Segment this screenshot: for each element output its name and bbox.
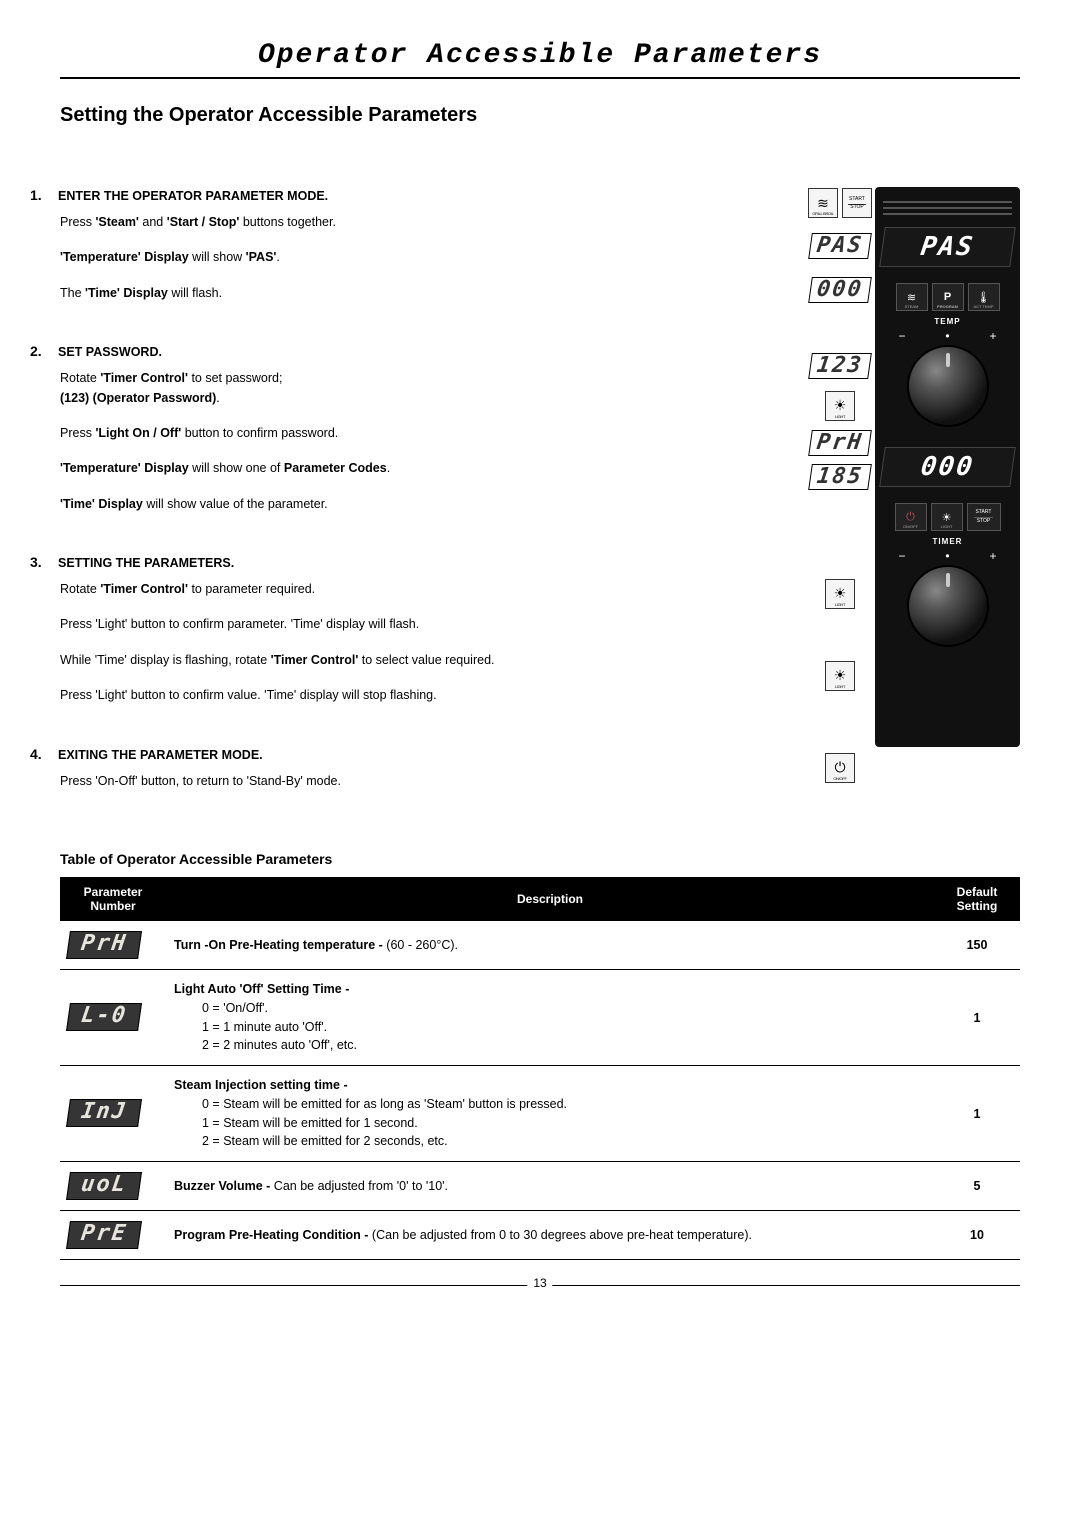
steam-button[interactable]: ≋STEAM — [896, 283, 928, 311]
step-4: 4.EXITING THE PARAMETER MODE. Press 'On-O… — [60, 746, 805, 791]
table-row: PrH Turn -On Pre-Heating temperature - (6… — [60, 921, 1020, 970]
step-line: Press 'Light On / Off' button to confirm… — [60, 424, 805, 443]
light-button[interactable]: ☀LIGHT — [931, 503, 963, 531]
param-default-cell: 1 — [934, 1066, 1020, 1162]
step-line: Press 'Light' button to confirm paramete… — [60, 615, 805, 634]
page-title: Operator Accessible Parameters — [60, 40, 1020, 79]
param-default-cell: 5 — [934, 1162, 1020, 1211]
table-row: uoL Buzzer Volume - Can be adjusted from … — [60, 1162, 1020, 1211]
param-code-cell: PrE — [60, 1211, 166, 1260]
step-body: Rotate 'Timer Control' to parameter requ… — [60, 580, 805, 706]
table-title: Table of Operator Accessible Parameters — [60, 851, 1020, 867]
onoff-button[interactable]: ⏻ON/OFF — [895, 503, 927, 531]
step-body: Press 'On-Off' button, to return to 'Sta… — [60, 772, 805, 791]
param-code-cell: L-0 — [60, 970, 166, 1066]
param-desc-cell: Turn -On Pre-Heating temperature - (60 -… — [166, 921, 934, 970]
param-desc-cell: Buzzer Volume - Can be adjusted from '0'… — [166, 1162, 934, 1211]
param-code-lcd: InJ — [66, 1099, 142, 1127]
step-line: 'Temperature' Display will show one of P… — [60, 459, 805, 478]
start-stop-icon: STARTSTOP — [842, 188, 872, 218]
lcd-000: 000 — [808, 277, 871, 303]
param-desc-cell: Light Auto 'Off' Setting Time -0 = 'On/O… — [166, 970, 934, 1066]
table-row: InJ Steam Injection setting time -0 = Ste… — [60, 1066, 1020, 1162]
step-line: The 'Time' Display will flash. — [60, 284, 805, 303]
light-icon: ☀LIGHT — [825, 391, 855, 421]
page-footer: 13 — [60, 1285, 1020, 1304]
lcd-pas: PAS — [808, 233, 871, 259]
minus-icon: − — [899, 329, 906, 343]
step-body: Press 'Steam' and 'Start / Stop' buttons… — [60, 213, 805, 303]
step-line: 'Temperature' Display will show 'PAS'. — [60, 248, 805, 267]
plus-icon: + — [989, 549, 996, 563]
step-body: Rotate 'Timer Control' to set password;(… — [60, 369, 805, 514]
step-2: 2.SET PASSWORD. Rotate 'Timer Control' to… — [60, 343, 805, 514]
plus-icon: + — [989, 329, 996, 343]
side-icons-column: ≋GRILL BROIL STARTSTOP PAS 000 123 ☀LIGH… — [815, 187, 865, 831]
param-default-cell: 150 — [934, 921, 1020, 970]
param-code-cell: PrH — [60, 921, 166, 970]
step-heading: 4.EXITING THE PARAMETER MODE. — [60, 746, 805, 762]
step-line: Press 'On-Off' button, to return to 'Sta… — [60, 772, 805, 791]
page-number: 13 — [527, 1276, 552, 1290]
param-default-cell: 10 — [934, 1211, 1020, 1260]
temp-knob[interactable] — [907, 345, 989, 427]
param-code-lcd: L-0 — [66, 1003, 142, 1031]
light-icon: ☀LIGHT — [825, 579, 855, 609]
lcd-185: 185 — [808, 464, 871, 490]
panel-top-display: PAS — [879, 227, 1016, 267]
param-default-cell: 1 — [934, 970, 1020, 1066]
param-code-lcd: PrE — [66, 1221, 142, 1249]
panel-mid-display: 000 — [879, 447, 1016, 487]
col-description: Description — [166, 877, 934, 921]
grill-broil-icon: ≋GRILL BROIL — [808, 188, 838, 218]
minus-icon: − — [899, 549, 906, 563]
start-stop-button[interactable]: STARTSTOP — [967, 503, 1001, 531]
lcd-prh: PrH — [808, 430, 871, 456]
temp-label: TEMP — [934, 317, 960, 326]
param-code-cell: InJ — [60, 1066, 166, 1162]
param-code-lcd: uoL — [66, 1172, 142, 1200]
col-param-number: Parameter Number — [60, 877, 166, 921]
param-desc-cell: Steam Injection setting time -0 = Steam … — [166, 1066, 934, 1162]
program-button[interactable]: PPROGRAM — [932, 283, 964, 311]
timer-knob[interactable] — [907, 565, 989, 647]
step-3: 3.SETTING THE PARAMETERS. Rotate 'Timer C… — [60, 554, 805, 706]
param-code-lcd: PrH — [66, 931, 142, 959]
section-title: Setting the Operator Accessible Paramete… — [60, 104, 1020, 127]
lcd-123: 123 — [808, 353, 871, 379]
steps-column: 1.ENTER THE OPERATOR PARAMETER MODE. Pres… — [60, 187, 805, 831]
step-heading: 1.ENTER THE OPERATOR PARAMETER MODE. — [60, 187, 805, 203]
step-heading: 2.SET PASSWORD. — [60, 343, 805, 359]
step-line: Press 'Steam' and 'Start / Stop' buttons… — [60, 213, 805, 232]
col-default: Default Setting — [934, 877, 1020, 921]
step-1: 1.ENTER THE OPERATOR PARAMETER MODE. Pres… — [60, 187, 805, 303]
table-row: PrE Program Pre-Heating Condition - (Can … — [60, 1211, 1020, 1260]
table-row: L-0 Light Auto 'Off' Setting Time -0 = 'O… — [60, 970, 1020, 1066]
param-desc-cell: Program Pre-Heating Condition - (Can be … — [166, 1211, 934, 1260]
onoff-icon: ⏻ON/OFF — [825, 753, 855, 783]
step-line: Rotate 'Timer Control' to parameter requ… — [60, 580, 805, 599]
param-code-cell: uoL — [60, 1162, 166, 1211]
parameter-table: Parameter Number Description Default Set… — [60, 877, 1020, 1261]
step-line: While 'Time' display is flashing, rotate… — [60, 651, 805, 670]
act-temp-button[interactable]: 🌡ACT TEMP — [968, 283, 1000, 311]
control-panel: PAS ≋STEAM PPROGRAM 🌡ACT TEMP TEMP −•+ 0… — [875, 187, 1020, 747]
step-heading: 3.SETTING THE PARAMETERS. — [60, 554, 805, 570]
light-icon: ☀LIGHT — [825, 661, 855, 691]
step-line: Rotate 'Timer Control' to set password;(… — [60, 369, 805, 408]
timer-label: TIMER — [933, 537, 963, 546]
step-line: 'Time' Display will show value of the pa… — [60, 495, 805, 514]
step-line: Press 'Light' button to confirm value. '… — [60, 686, 805, 705]
